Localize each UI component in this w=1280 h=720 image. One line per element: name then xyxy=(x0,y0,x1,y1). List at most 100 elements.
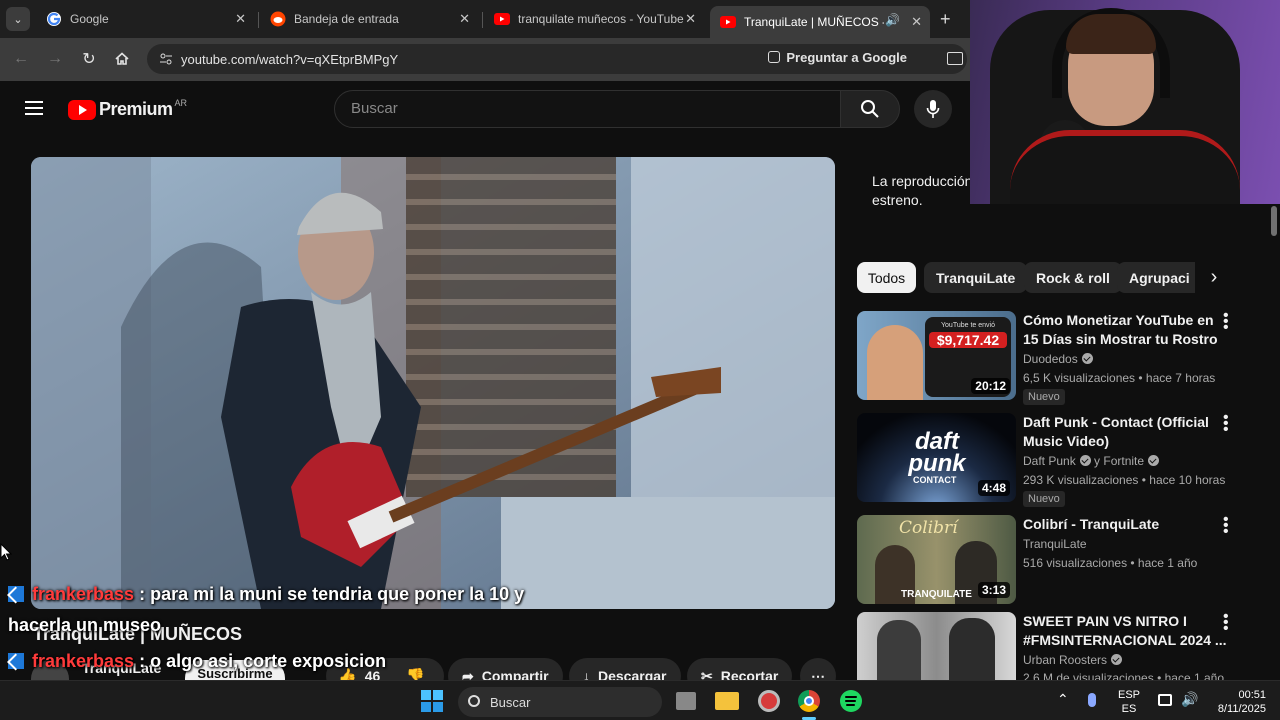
verified-icon xyxy=(1079,455,1091,466)
chat-username: frankerbass xyxy=(32,651,135,671)
video-thumbnail[interactable]: YouTube te envió $9,717.42 20:12 xyxy=(857,311,1016,400)
video-meta: 2,6 M de visualizaciones • hace 1 año xyxy=(1023,671,1224,680)
language-indicator[interactable]: ESP ES xyxy=(1114,688,1144,716)
speaker-icon[interactable]: 🔊 xyxy=(885,13,900,27)
address-bar[interactable]: youtube.com/watch?v=qXEtprBMPgY Pregunta… xyxy=(147,44,967,74)
streamer-hair xyxy=(1066,14,1156,54)
page-scrollbar[interactable] xyxy=(1268,204,1280,680)
channel-label: Urban Roosters xyxy=(1023,653,1108,667)
chip-tranquilate[interactable]: TranquiLate xyxy=(924,262,1028,293)
install-app-icon[interactable] xyxy=(947,52,963,65)
video-title[interactable]: Cómo Monetizar YouTube en 15 Días sin Mo… xyxy=(1023,311,1233,349)
chrome-icon[interactable] xyxy=(798,690,820,712)
browser-toolbar: ← → ↻ youtube.com/watch?v=qXEtprBMPgY Pr… xyxy=(0,38,975,81)
video-player[interactable] xyxy=(31,157,835,609)
tab-search-button[interactable]: ⌄ xyxy=(6,7,30,31)
video-duration: 4:48 xyxy=(977,480,1010,496)
recommended-video[interactable]: SWEET PAIN VS NITRO I #FMSINTERNACIONAL … xyxy=(857,612,1257,680)
more-options-icon[interactable]: • • • xyxy=(1223,308,1229,336)
chevron-right-icon[interactable]: › xyxy=(1196,262,1232,293)
reload-icon[interactable]: ↻ xyxy=(78,48,100,70)
search-icon xyxy=(468,695,480,707)
ask-google-button[interactable]: Preguntar a Google xyxy=(768,50,907,65)
video-thumbnail[interactable] xyxy=(857,612,1016,680)
channel-name[interactable]: TranquiLate xyxy=(1023,537,1087,551)
recommended-video[interactable]: YouTube te envió $9,717.42 20:12 Cómo Mo… xyxy=(857,308,1257,405)
close-tab-icon[interactable]: ✕ xyxy=(911,14,922,30)
network-icon[interactable] xyxy=(1158,694,1172,706)
recommended-video[interactable]: daft punk CONTACT 4:48 Daft Punk - Conta… xyxy=(857,410,1257,507)
file-explorer-icon[interactable] xyxy=(715,692,739,710)
chip-agrupacion[interactable]: Agrupaci xyxy=(1117,262,1195,293)
chip-label: Todos xyxy=(867,269,906,286)
tab-title: Bandeja de entrada xyxy=(294,12,399,26)
forward-icon[interactable]: → xyxy=(44,48,66,70)
back-icon[interactable]: ← xyxy=(10,48,32,70)
taskbar-search[interactable]: Buscar xyxy=(458,687,662,717)
new-badge: Nuevo xyxy=(1023,389,1065,405)
video-thumbnail[interactable]: Colibrí TRANQUILATE 3:13 xyxy=(857,515,1016,604)
lens-icon xyxy=(768,51,781,63)
more-options-icon[interactable]: • • • xyxy=(1223,410,1229,438)
channel-name[interactable]: Duodedos xyxy=(1023,352,1093,366)
more-options-icon[interactable]: • • • xyxy=(1223,512,1229,540)
close-tab-icon[interactable]: ✕ xyxy=(685,11,696,27)
taskbar-search-label: Buscar xyxy=(490,694,531,710)
premiere-note: La reproducción estreno. xyxy=(872,172,972,210)
premiere-note-line: estreno. xyxy=(872,192,923,208)
chat-username: frankerbass xyxy=(32,584,135,604)
tab-title: tranquilate muñecos - YouTube xyxy=(518,12,684,26)
microphone-icon[interactable] xyxy=(1088,693,1096,707)
search-button[interactable] xyxy=(840,90,900,128)
verified-icon xyxy=(1148,455,1160,466)
tab-youtube-active[interactable]: TranquiLate | MUÑECOS - Y 🔊 ✕ xyxy=(710,6,930,38)
video-title[interactable]: SWEET PAIN VS NITRO I #FMSINTERNACIONAL … xyxy=(1023,612,1233,650)
windows-start-icon[interactable] xyxy=(421,690,443,712)
video-meta: 293 K visualizaciones • hace 10 horas xyxy=(1023,473,1226,487)
video-thumbnail[interactable]: daft punk CONTACT 4:48 xyxy=(857,413,1016,502)
volume-icon[interactable]: 🔊 xyxy=(1181,691,1198,708)
channel-name[interactable]: Daft Punk y Fortnite xyxy=(1023,454,1160,468)
thumbnail-text: daft punk xyxy=(908,428,966,477)
clock[interactable]: 00:51 8/11/2025 xyxy=(1206,688,1266,716)
thumbnail-person xyxy=(867,325,923,400)
tab-youtube-search[interactable]: tranquilate muñecos - YouTube ✕ xyxy=(484,6,704,32)
channel-name[interactable]: Urban Roosters xyxy=(1023,653,1123,667)
tab-bandeja[interactable]: Bandeja de entrada ✕ xyxy=(260,6,478,32)
chat-text: hacerla un museo xyxy=(8,615,162,635)
video-title[interactable]: Colibrí - TranquiLate xyxy=(1023,515,1233,534)
scrollbar-thumb[interactable] xyxy=(1271,206,1277,236)
thumbnail-text: Colibrí xyxy=(899,518,958,538)
thumbnail-person xyxy=(877,620,921,680)
youtube-premium-logo[interactable]: Premium AR xyxy=(68,97,188,120)
streamer-shirt xyxy=(1010,130,1240,204)
verified-icon xyxy=(1081,353,1093,364)
tab-google[interactable]: Google ✕ xyxy=(36,6,254,32)
task-view-icon[interactable] xyxy=(676,692,696,710)
chip-todos[interactable]: Todos xyxy=(857,262,916,293)
new-badge: Nuevo xyxy=(1023,491,1065,507)
search-input[interactable]: Buscar xyxy=(334,90,841,128)
tab-title: Google xyxy=(70,12,109,26)
new-tab-button[interactable]: + xyxy=(940,9,951,30)
premiere-note-line: La reproducción xyxy=(872,173,973,189)
video-title[interactable]: Daft Punk - Contact (Official Music Vide… xyxy=(1023,413,1233,451)
windows-taskbar: Buscar ⌃ ESP ES 🔊 00:51 8/11/2025 xyxy=(0,680,1280,720)
close-tab-icon[interactable]: ✕ xyxy=(235,11,246,27)
voice-search-button[interactable] xyxy=(914,90,952,128)
home-icon[interactable] xyxy=(111,48,133,70)
menu-icon[interactable] xyxy=(25,101,43,115)
microphone-icon xyxy=(926,100,940,118)
more-options-icon[interactable]: • • • xyxy=(1223,612,1229,637)
site-info-icon[interactable] xyxy=(159,52,173,71)
region-label: AR xyxy=(174,97,188,108)
recommended-video[interactable]: Colibrí TRANQUILATE 3:13 Colibrí - Tranq… xyxy=(857,512,1257,607)
channel-label: Duodedos xyxy=(1023,352,1078,366)
video-meta: 516 visualizaciones • hace 1 año xyxy=(1023,556,1198,570)
chip-rock-and-roll[interactable]: Rock & roll xyxy=(1024,262,1122,293)
close-tab-icon[interactable]: ✕ xyxy=(459,11,470,27)
chat-message: frankerbass : o algo asi, corte exposici… xyxy=(8,651,386,672)
app-icon[interactable] xyxy=(758,690,780,712)
spotify-icon[interactable] xyxy=(840,690,862,712)
chevron-up-icon[interactable]: ⌃ xyxy=(1057,691,1069,708)
